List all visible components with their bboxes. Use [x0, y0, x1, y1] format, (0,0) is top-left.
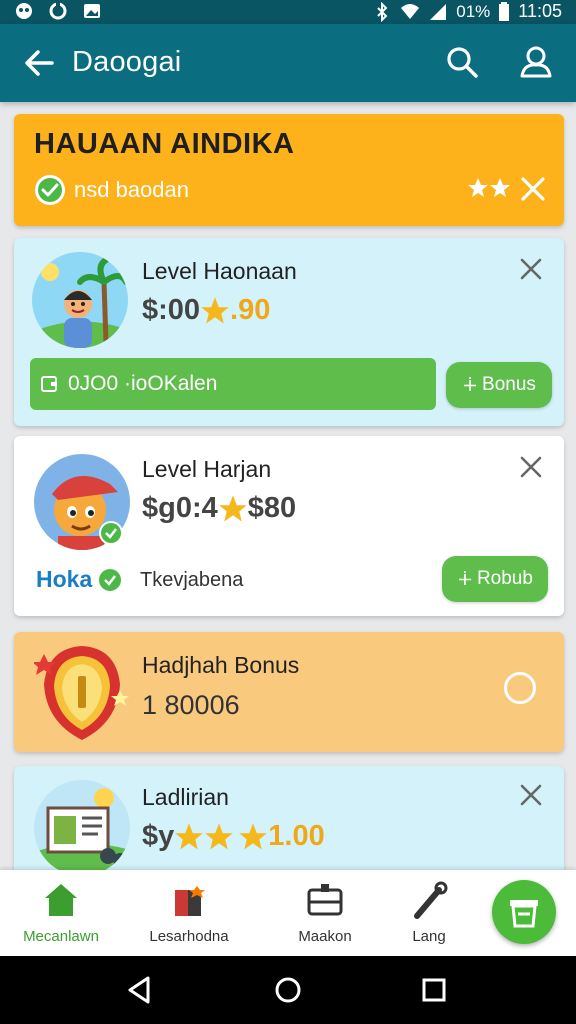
nav-label: Lesarhodna [149, 928, 229, 945]
value-prefix: $:00 [142, 294, 201, 326]
value-prefix: $y [142, 820, 175, 852]
level-card[interactable]: Ladlirian $y 1.00 [14, 766, 564, 876]
bottom-nav: Mecanlawn Lesarhodna Maakon Lang [0, 870, 576, 956]
battery-icon [499, 1, 510, 21]
close-icon[interactable] [516, 780, 546, 810]
banner-subtitle: nsd baodan [74, 177, 189, 202]
stars-icon [468, 178, 510, 197]
nav-item-home[interactable]: Mecanlawn [6, 880, 116, 950]
clock: 11:05 [518, 1, 562, 21]
brand-meta: Tkevjabena [140, 569, 244, 591]
check-circle-icon [35, 175, 65, 205]
nav-label: Lang [412, 928, 446, 945]
brand-label: Hoka [36, 566, 122, 593]
verified-icon [99, 568, 122, 591]
banner-title: HAUAAN AINDIKA [34, 128, 295, 160]
close-icon[interactable] [516, 254, 546, 284]
basket-icon [510, 900, 538, 928]
page-title: Daoogai [72, 46, 182, 78]
profile-icon[interactable] [516, 42, 556, 82]
value-prefix: $g0:4 [142, 492, 218, 524]
nav-item-store[interactable]: Lesarhodna [134, 880, 244, 950]
bonus-value: 1 80006 [142, 690, 240, 720]
bonus-label: Bonus [482, 374, 536, 395]
home-icon [45, 884, 77, 916]
back-triangle-icon[interactable] [124, 974, 156, 1006]
brand-name: Hoka [36, 566, 93, 592]
plus-icon: ∔ [457, 568, 473, 590]
value-suffix: 1.00 [268, 820, 325, 852]
card-value: $g0:4 $80 [142, 492, 296, 525]
bonus-button[interactable]: ∔ Robub [442, 556, 548, 602]
back-arrow-icon[interactable] [20, 44, 58, 82]
notification-icon [16, 3, 32, 19]
close-icon[interactable] [516, 172, 550, 206]
verified-badge-icon [99, 521, 123, 545]
card-value: $:00 .90 [142, 294, 270, 327]
camera-icon [307, 884, 343, 916]
progress-bar: 0JO0 ·ioOKalen [30, 358, 436, 410]
bonus-label: Robub [476, 568, 533, 589]
avatar [32, 252, 128, 348]
close-icon[interactable] [516, 452, 546, 482]
app-bar: Daoogai [0, 24, 576, 102]
signal-icon [430, 3, 447, 20]
home-circle-icon[interactable] [272, 974, 304, 1006]
nav-item-camera[interactable]: Maakon [270, 880, 380, 950]
promo-banner[interactable]: HAUAAN AINDIKA nsd baodan [14, 114, 564, 226]
star-icon [219, 494, 247, 521]
status-bar: 01% 11:05 [0, 0, 576, 24]
sync-icon [49, 2, 67, 20]
level-card[interactable]: Level Harjan $g0:4 $80 Hoka Tkevjabena ∔… [14, 436, 564, 616]
battery-percent: 01% [456, 1, 491, 21]
system-nav-bar [0, 956, 576, 1024]
nav-label: Mecanlawn [23, 928, 99, 945]
shield-badge-icon [34, 646, 129, 740]
card-value: $y 1.00 [142, 820, 325, 853]
progress-text: 0JO0 ·ioOKalen [68, 372, 218, 395]
level-card[interactable]: Level Haonaan $:00 .90 0JO0 ·ioOKalen ∔ … [14, 238, 564, 426]
search-icon[interactable] [442, 42, 482, 82]
wrench-icon [414, 881, 448, 919]
store-icon [175, 886, 205, 916]
bonus-card[interactable]: Hadjhah Bonus 1 80006 [14, 632, 564, 752]
bluetooth-icon [377, 1, 388, 22]
select-radio[interactable] [504, 672, 536, 704]
card-title: Level Harjan [142, 456, 272, 482]
card-title: Hadjhah Bonus [142, 652, 300, 678]
card-title: Level Haonaan [142, 258, 297, 284]
avatar [34, 780, 130, 876]
star-icon [205, 822, 234, 849]
nav-item-tools[interactable]: Lang [374, 880, 484, 950]
value-suffix: $80 [247, 492, 297, 524]
star-icon [239, 822, 268, 849]
value-suffix: .90 [230, 294, 271, 326]
nav-label: Maakon [298, 928, 352, 945]
cart-button[interactable] [492, 880, 556, 944]
wifi-icon [401, 3, 420, 19]
recents-square-icon[interactable] [418, 974, 450, 1006]
bonus-button[interactable]: ∔ Bonus [446, 362, 552, 408]
wallet-icon [41, 376, 57, 392]
plus-icon: ∔ [462, 374, 479, 396]
image-icon [84, 4, 100, 18]
star-icon [175, 822, 204, 849]
star-icon [201, 296, 229, 323]
card-title: Ladlirian [142, 784, 229, 810]
